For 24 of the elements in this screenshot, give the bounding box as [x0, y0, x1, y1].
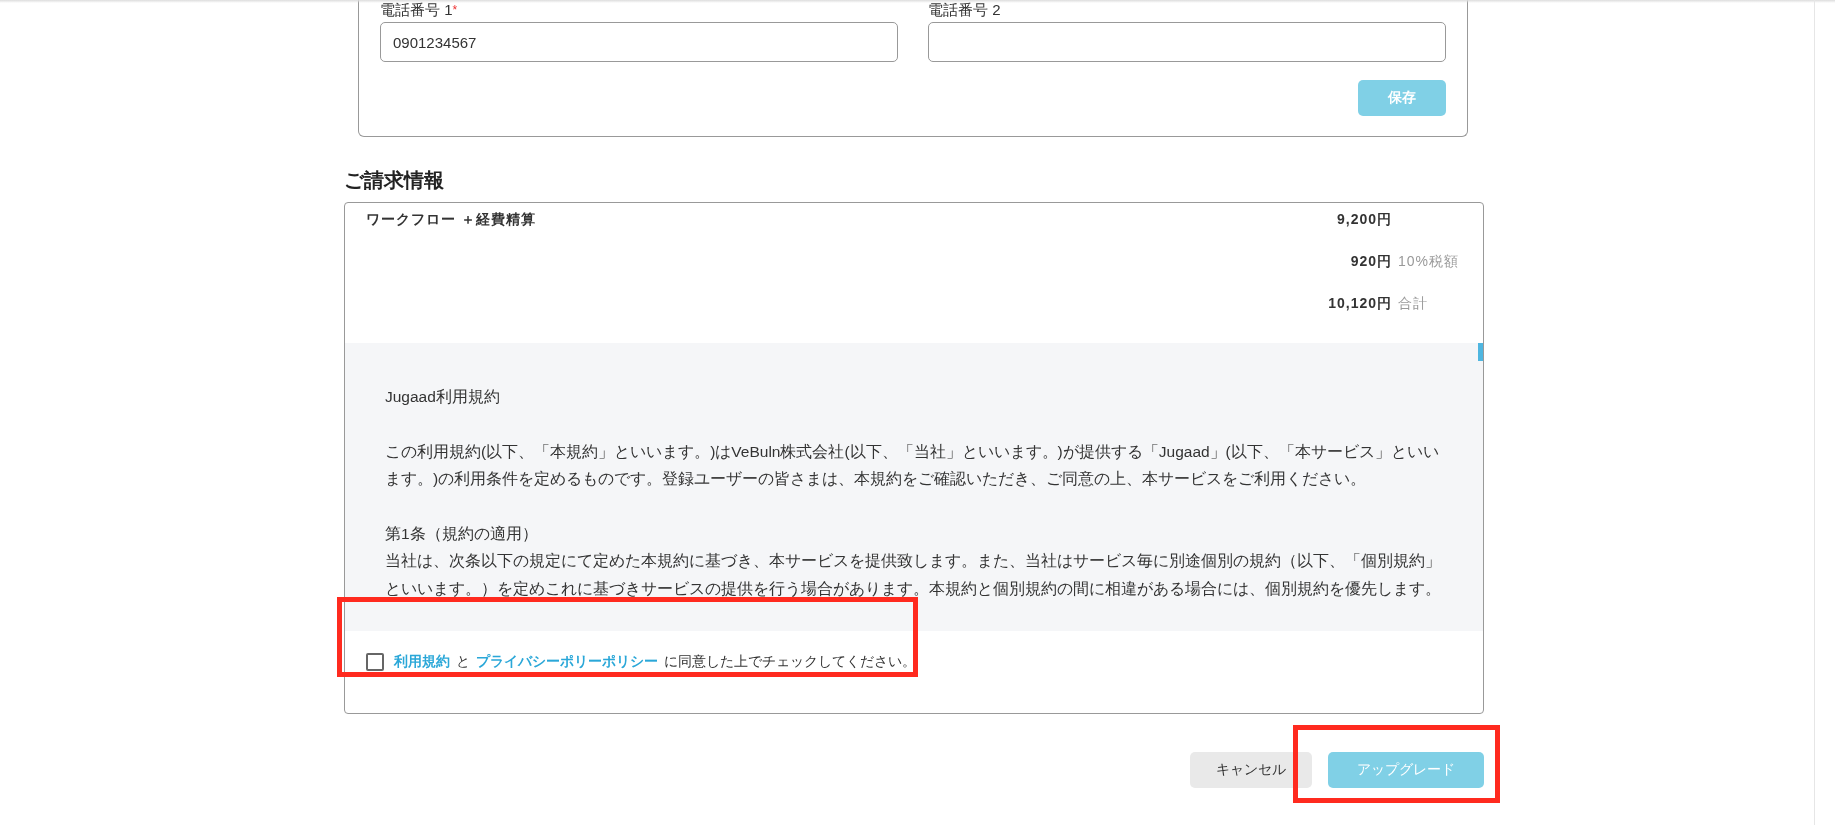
agree-text: と	[456, 653, 470, 671]
plan-name: ワークフロー ＋経費精算	[366, 211, 536, 229]
cancel-button[interactable]: キャンセル	[1190, 752, 1312, 788]
agree-checkbox[interactable]	[366, 653, 384, 671]
amount: 920円	[1349, 253, 1393, 271]
phone-input[interactable]	[928, 22, 1446, 62]
field-label: 電話番号 1*	[380, 2, 459, 18]
terms-paragraph: この利用規約(以下、「本規約」といいます。)はVeBuln株式会社(以下、「当社」といいます。)が提供する「Jugaad」(以下、「本サービス」といいます。)の利用条件を定めるものです。登録ユーザーの皆さまは、本規約をご確認いただき、ご同意の上、本サービスをご利用ください。	[385, 441, 1440, 489]
amount: 10,120円	[1327, 295, 1393, 313]
scrollbar-thumb[interactable]	[1478, 343, 1483, 361]
terms-link[interactable]: 利用規約	[394, 653, 450, 671]
amount-note: 10%税額	[1398, 253, 1460, 271]
terms-paragraph: 当社は、次条以下の規定にて定めた本規約に基づき、本サービスを提供致します。また、当社はサービス毎に別途個別の規約（以下、「個別規約」といいます。）を定めこれに基づきサービスの提供を行う場合があります。本規約と個別規約の間に相違がある場合には、個別規約を優先します。	[385, 551, 1442, 599]
field-label: 電話番号 2	[928, 2, 1002, 18]
terms-paragraph: Jugaad利用規約	[385, 387, 501, 407]
article-heading: 第1条（規約の適用）	[385, 523, 539, 544]
phone-input[interactable]: 0901234567	[380, 22, 898, 62]
amount: 9,200円	[1335, 211, 1393, 229]
agree-text: に同意した上でチェックしてください。	[664, 653, 916, 671]
privacy-link[interactable]: プライバシーポリーポリシー	[476, 653, 658, 671]
upgrade-button[interactable]: アップグレード	[1328, 752, 1484, 788]
required-mark: *	[452, 3, 458, 17]
amount-note: 合計	[1398, 295, 1428, 313]
section-title: ご請求情報	[344, 168, 445, 193]
